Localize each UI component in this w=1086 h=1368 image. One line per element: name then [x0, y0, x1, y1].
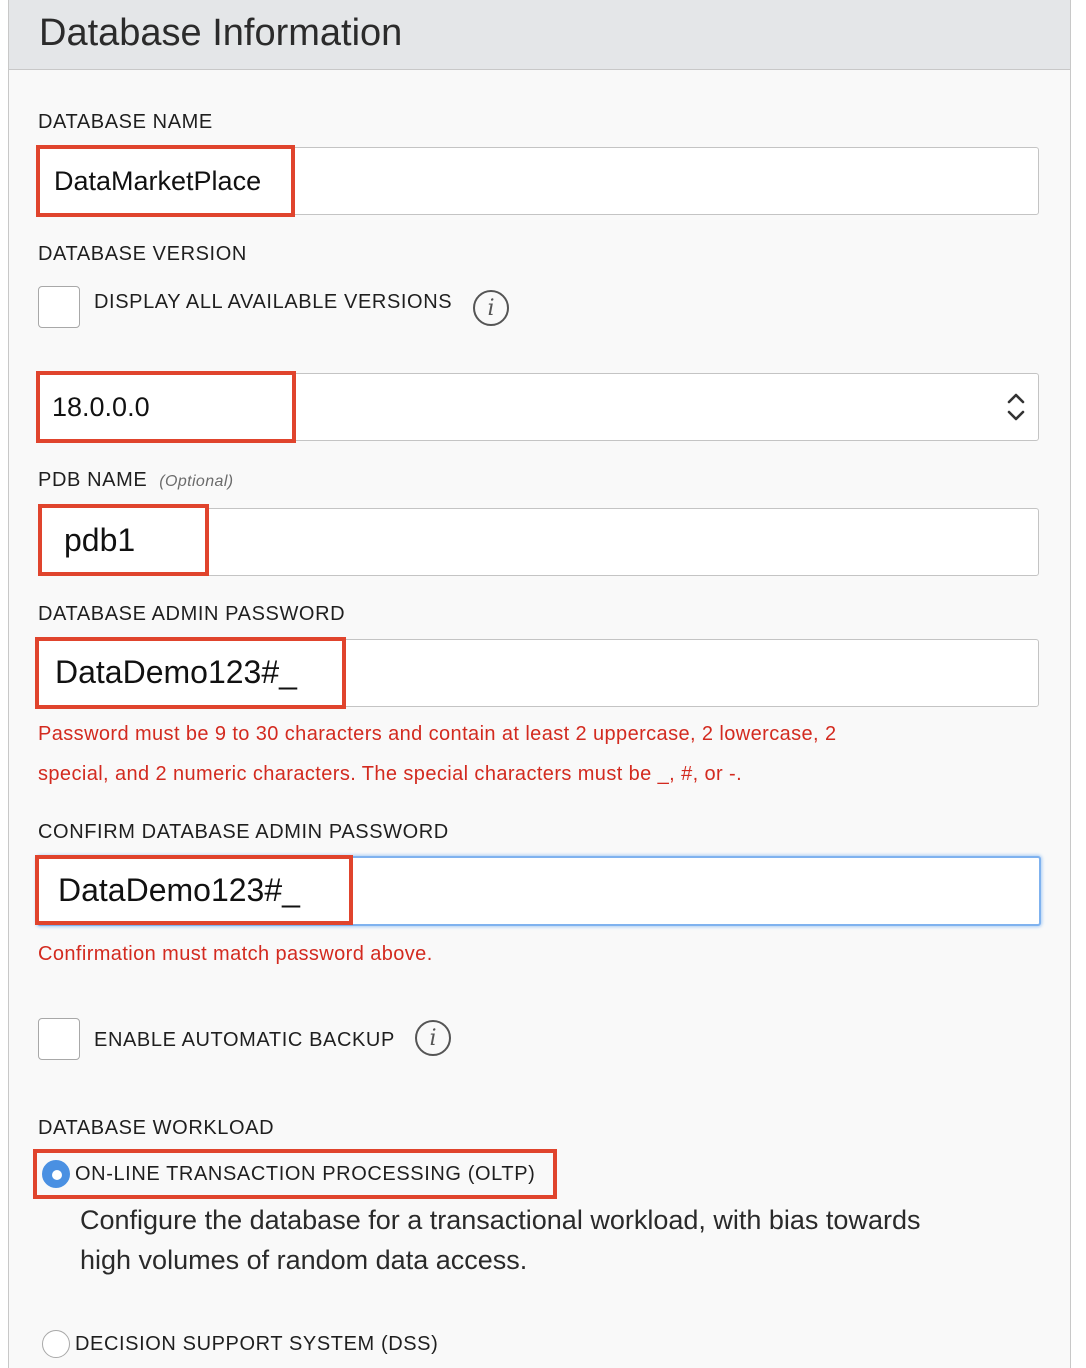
database-name-value: DataMarketPlace	[54, 166, 262, 196]
admin-password-error-line-2: special, and 2 numeric characters. The s…	[38, 763, 743, 785]
confirm-password-error: Confirmation must match password above.	[38, 943, 433, 965]
database-name-label: DATABASE NAME	[38, 111, 213, 133]
pdb-name-label: PDB NAME (Optional)	[38, 469, 234, 492]
pdb-name-value: pdb1	[64, 522, 136, 558]
panel-header: Database Information	[9, 0, 1070, 70]
display-all-versions-label: DISPLAY ALL AVAILABLE VERSIONS	[94, 291, 453, 313]
confirm-password-value: DataDemo123#_	[58, 872, 300, 908]
database-workload-label: DATABASE WORKLOAD	[38, 1117, 275, 1139]
oltp-description-line-1: Configure the database for a transaction…	[80, 1205, 921, 1235]
pdb-name-label-text: PDB NAME	[38, 469, 148, 491]
panel-title: Database Information	[39, 12, 403, 54]
dss-label[interactable]: DECISION SUPPORT SYSTEM (DSS)	[75, 1333, 438, 1356]
database-version-value: 18.0.0.0	[52, 392, 150, 422]
auto-backup-label: ENABLE AUTOMATIC BACKUP	[94, 1029, 395, 1051]
auto-backup-checkbox[interactable]	[38, 1018, 80, 1060]
dss-radio[interactable]	[42, 1330, 70, 1358]
admin-password-error-line-1: Password must be 9 to 30 characters and …	[38, 723, 837, 745]
oltp-radio[interactable]	[42, 1160, 70, 1188]
admin-password-label: DATABASE ADMIN PASSWORD	[38, 603, 346, 625]
auto-backup-info-icon[interactable]: i	[415, 1020, 451, 1056]
database-version-label: DATABASE VERSION	[38, 243, 247, 265]
oltp-description: Configure the database for a transaction…	[80, 1200, 920, 1280]
pdb-name-optional-hint: (Optional)	[159, 473, 234, 490]
oltp-description-line-2: high volumes of random data access.	[80, 1245, 528, 1275]
select-stepper-icon[interactable]	[1005, 391, 1027, 423]
oltp-label[interactable]: ON-LINE TRANSACTION PROCESSING (OLTP)	[75, 1163, 535, 1186]
admin-password-value: DataDemo123#_	[55, 654, 297, 690]
confirm-password-label: CONFIRM DATABASE ADMIN PASSWORD	[38, 821, 449, 843]
display-all-versions-info-icon[interactable]: i	[473, 290, 509, 326]
display-all-versions-checkbox[interactable]	[38, 286, 80, 328]
